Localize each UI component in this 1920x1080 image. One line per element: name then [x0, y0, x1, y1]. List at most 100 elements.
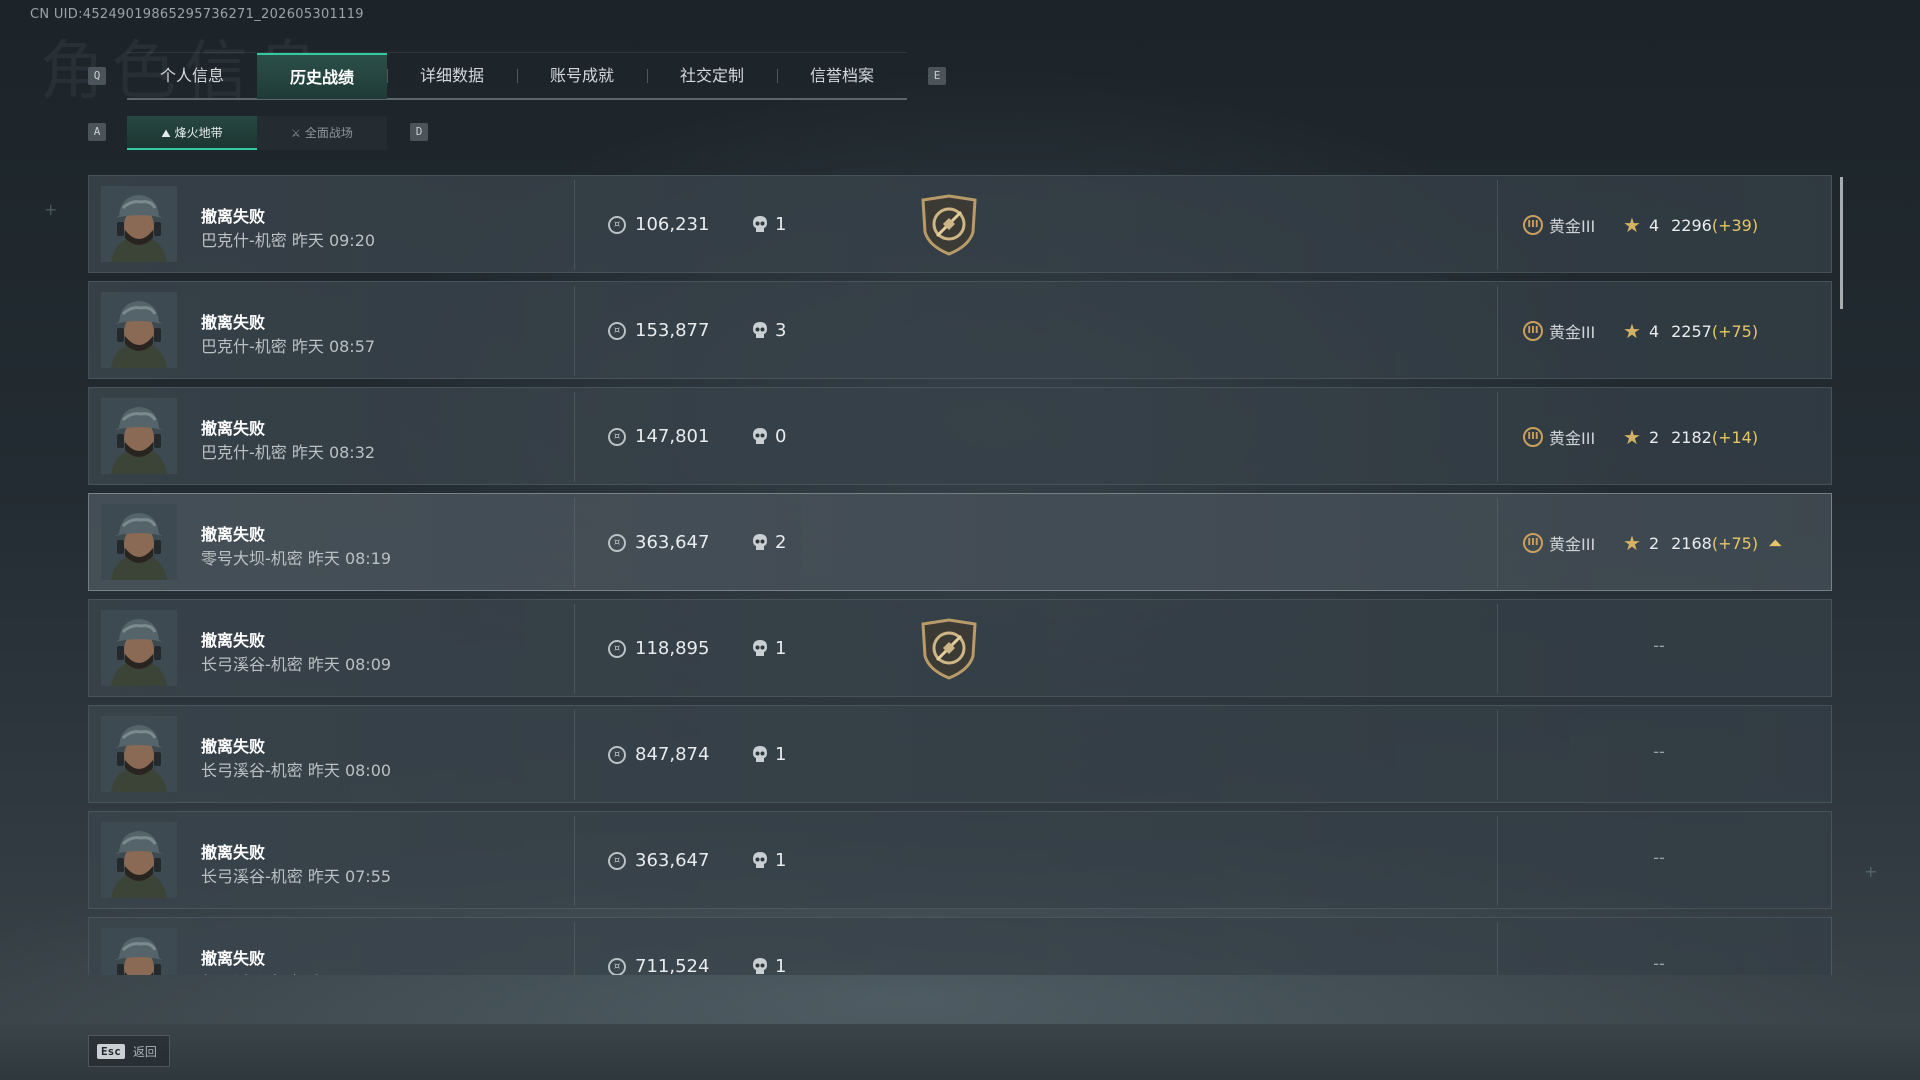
star-count: 4 — [1648, 215, 1660, 235]
fire-zone-icon: ⛰ — [161, 127, 171, 140]
column-divider — [574, 816, 575, 906]
match-row[interactable]: 撤离失败 长弓溪谷-机密 昨天 08:00 ¤ 847,874 1 -- — [88, 705, 1832, 803]
star-count: 2 — [1648, 533, 1660, 553]
loot-value: 363,647 — [635, 850, 710, 871]
rank-name: 黄金III — [1549, 217, 1596, 236]
column-divider — [1497, 922, 1498, 975]
next-tab-key-hint[interactable]: E — [928, 67, 946, 85]
value-coin-icon: ¤ — [608, 428, 626, 446]
map-and-time: 长弓溪谷-机密 昨天 08:00 — [201, 761, 392, 780]
rank-name: 黄金III — [1549, 535, 1596, 554]
user-uid: CN UID:4524901986529573627​1_20260530111… — [30, 7, 364, 22]
operator-avatar — [101, 928, 177, 975]
rank-info: III 黄金III ★ 2 2168 (+75) ⏶ — [1523, 530, 1783, 556]
column-divider — [574, 604, 575, 694]
column-divider — [574, 922, 575, 975]
operator-avatar — [101, 610, 177, 686]
value-coin-icon: ¤ — [608, 534, 626, 552]
match-row[interactable]: 撤离失败 巴克什-机密 昨天 08:32 ¤ 147,801 0 III 黄金III ★ 2 21… — [88, 387, 1832, 485]
main-tab-bar: 个人信息 历史战绩 详细数据 账号成就 社交定制 信誉档案 — [127, 52, 907, 100]
tab-4[interactable]: 社交定制 — [647, 53, 777, 99]
column-divider — [1497, 816, 1498, 906]
match-row[interactable]: 撤离失败 零号大坝-机密 昨天 08:19 ¤ 363,647 2 III 黄金III ★ 2 2… — [88, 493, 1832, 591]
extraction-status: 撤离失败 — [201, 207, 266, 226]
extraction-status: 撤离失败 — [201, 949, 266, 968]
match-row[interactable]: 撤离失败 巴克什-机密 昨天 08:57 ¤ 153,877 3 III 黄金III ★ 4 22… — [88, 281, 1832, 379]
rank-score: 2257 — [1671, 321, 1712, 341]
match-row[interactable]: 撤离失败长弓溪谷-机密 昨天 07:43 ¤ 711,524 1 -- — [88, 917, 1832, 975]
tab-3[interactable]: 账号成就 — [517, 53, 647, 99]
loot-value: 106,231 — [635, 214, 710, 235]
score-delta: (+75) — [1711, 321, 1759, 341]
rank-score: 2182 — [1671, 427, 1712, 447]
kill-count: 3 — [775, 320, 787, 341]
map-and-time: 长弓溪谷-机密 昨天 07:55 — [201, 867, 392, 886]
match-row[interactable]: 撤离失败 长弓溪谷-机密 昨天 08:09 ¤ 118,895 1 -- — [88, 599, 1832, 697]
rank-up-chevron-icon: ⏶ — [1768, 532, 1783, 554]
rank-info: III 黄金III ★ 4 2296 (+39) — [1523, 212, 1758, 238]
map-and-time: 巴克什-机密 昨天 09:20 — [201, 231, 376, 250]
extraction-status: 撤离失败 — [201, 843, 266, 862]
operator-avatar — [101, 716, 177, 792]
star-count: 2 — [1648, 427, 1660, 447]
value-coin-icon: ¤ — [608, 958, 626, 975]
esc-key-icon: Esc — [97, 1043, 125, 1059]
prev-tab-key-hint[interactable]: Q — [88, 67, 106, 85]
extraction-status: 撤离失败 — [201, 419, 266, 438]
rank-info: III 黄金III ★ 2 2182 (+14) — [1523, 424, 1758, 450]
kills-skull-icon — [752, 957, 768, 975]
map-and-time: 长弓溪谷-机密 昨天 08:09 — [201, 655, 392, 674]
subtab-label: 烽火地带 — [174, 126, 223, 140]
loot-value: 118,895 — [635, 638, 710, 659]
rank-star-icon: ★ — [1623, 213, 1641, 237]
column-divider — [1497, 180, 1498, 270]
subtab-1[interactable]: ⚔ 全面战场 — [257, 116, 387, 150]
column-divider — [1497, 498, 1498, 588]
rank-star-icon: ★ — [1623, 531, 1641, 555]
value-coin-icon: ¤ — [608, 216, 626, 234]
kill-count: 1 — [775, 850, 787, 871]
match-row[interactable]: 撤离失败 巴克什-机密 昨天 09:20 ¤ 106,231 1 III 黄金III ★ 4 2… — [88, 175, 1832, 273]
column-divider — [574, 498, 575, 588]
value-coin-icon: ¤ — [608, 852, 626, 870]
kill-count: 1 — [775, 744, 787, 765]
operator-avatar — [101, 398, 177, 474]
map-and-time: 巴克什-机密 昨天 08:57 — [201, 337, 376, 356]
no-rank-placeholder: -- — [1653, 742, 1665, 761]
extraction-status: 撤离失败 — [201, 525, 266, 544]
subtab-0[interactable]: ⛰ 烽火地带 — [127, 116, 257, 150]
operator-avatar — [101, 504, 177, 580]
rank-star-icon: ★ — [1623, 425, 1641, 449]
extraction-status: 撤离失败 — [201, 313, 266, 332]
prev-subtab-key-hint[interactable]: A — [88, 123, 106, 141]
list-scrollbar[interactable] — [1840, 177, 1843, 309]
tab-5[interactable]: 信誉档案 — [777, 53, 907, 99]
battlefield-icon: ⚔ — [291, 127, 301, 140]
back-button[interactable]: Esc 返回 — [88, 1035, 170, 1067]
match-row[interactable]: 撤离失败长弓溪谷-机密 昨天 07:55 ¤ 363,647 1 -- — [88, 811, 1832, 909]
loot-value: 711,524 — [635, 956, 710, 975]
tab-0[interactable]: 个人信息 — [127, 53, 257, 99]
tab-1[interactable]: 历史战绩 — [257, 53, 387, 99]
rank-star-icon: ★ — [1623, 319, 1641, 343]
score-delta: (+39) — [1711, 215, 1759, 235]
rank-score: 2168 — [1671, 533, 1712, 553]
score-delta: (+75) — [1711, 533, 1759, 553]
kill-count: 0 — [775, 426, 787, 447]
kills-skull-icon — [752, 321, 768, 341]
match-history-list[interactable]: 撤离失败 巴克什-机密 昨天 09:20 ¤ 106,231 1 III 黄金III ★ 4 2… — [88, 175, 1832, 975]
no-rank-placeholder: -- — [1653, 848, 1665, 867]
kills-skull-icon — [752, 639, 768, 659]
no-rank-placeholder: -- — [1653, 954, 1665, 973]
kill-count: 1 — [775, 214, 787, 235]
map-and-time: 长弓溪谷-机密 昨天 07:43 — [201, 969, 391, 975]
mode-subtab-bar: ⛰ 烽火地带 ⚔ 全面战场 — [127, 116, 387, 150]
extraction-status: 撤离失败 — [201, 631, 266, 650]
tab-2[interactable]: 详细数据 — [387, 53, 517, 99]
no-rank-placeholder: -- — [1653, 636, 1665, 655]
column-divider — [1497, 392, 1498, 482]
loot-value: 363,647 — [635, 532, 710, 553]
next-subtab-key-hint[interactable]: D — [410, 123, 428, 141]
rank-gold-icon: III — [1523, 321, 1543, 341]
value-coin-icon: ¤ — [608, 640, 626, 658]
